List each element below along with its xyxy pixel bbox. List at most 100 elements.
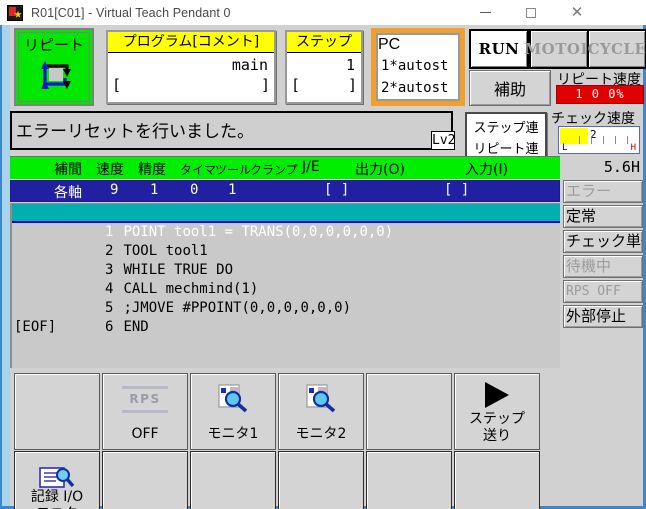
fkey-bottom-empty-3[interactable] (190, 451, 276, 509)
pc-panel-focus-ring: PC 1*autost 2*autost (371, 28, 465, 106)
function-key-column-2: RPS OFF (102, 373, 188, 509)
rps-icon: RPS (122, 386, 168, 416)
cycle-lamp-button[interactable]: CYCLE (587, 29, 646, 69)
row-speed: 1 (150, 182, 159, 198)
play-icon (485, 382, 509, 408)
step-number-value: 1 (345, 56, 355, 74)
window-frame: リピート プログラム[コメント] main [ ] ステップ 1 [] PC … (0, 25, 646, 509)
monitor-search-icon (306, 384, 336, 413)
program-panel[interactable]: プログラム[コメント] main [ ] (106, 30, 276, 104)
code-line-number: 6 (105, 319, 114, 335)
error-level-badge[interactable]: Lv2 (431, 131, 455, 150)
status-rps-off[interactable]: RPS OFF (563, 280, 643, 303)
header-interpolation: 補間 (54, 162, 82, 178)
app-icon (7, 4, 23, 21)
monitor-search-icon (218, 384, 248, 413)
program-name-value: main (231, 56, 268, 74)
left-accent-strip (2, 25, 10, 506)
status-check-single[interactable]: チェック単一 (563, 230, 643, 253)
fkey-bottom-empty-4[interactable] (278, 451, 364, 509)
step-continuous-label: ステップ連 (473, 121, 539, 136)
fkey-bottom-empty-2[interactable] (102, 451, 188, 509)
repeat-speed-label: リピート速度 (557, 72, 641, 88)
program-comment-brackets: [ ] (108, 77, 274, 97)
fkey-monitor-1[interactable]: モニタ1 (190, 373, 276, 450)
fkey-record-io-monitor[interactable]: 記録 I/O モニタ (14, 451, 100, 509)
program-code-list[interactable]: 1 POINT tool1 = TRANS(0,0,0,0,0,0) 2 TOOL … (10, 203, 560, 368)
step-comment-brackets: [ ] (287, 77, 361, 97)
fkey-top-empty-1[interactable] (14, 373, 100, 450)
fkey-step-forward[interactable]: ステップ 送り (454, 373, 540, 450)
code-line[interactable]: 2 TOOL tool1 (12, 223, 560, 259)
bracket-close: ] (260, 76, 270, 94)
header-tool: ツール (215, 163, 252, 177)
pc-line-2: 2*autost (381, 80, 449, 96)
message-bar: エラーリセットを行いました。 (10, 111, 453, 150)
bracket-open: [ (112, 76, 122, 94)
row-output: [ ] (324, 182, 350, 198)
code-line[interactable]: 6 END (12, 299, 560, 335)
fkey-top-empty-5[interactable] (366, 373, 452, 450)
status-external-stop[interactable]: 外部停止 (563, 305, 643, 328)
function-key-column-4: モニタ2 (278, 373, 364, 509)
close-icon[interactable]: ✕ (554, 0, 600, 25)
operating-hours: 5.6H (603, 158, 640, 176)
fkey-bottom-empty-5[interactable] (366, 451, 452, 509)
pendant-surface: リピート プログラム[コメント] main [ ] ステップ 1 [] PC … (2, 25, 646, 509)
code-line-text: END (123, 319, 149, 335)
virtual-teach-pendant-window: R01[C01] - Virtual Teach Pendant 0 ✕ リピー… (0, 0, 646, 509)
code-line[interactable]: 5 ;JMOVE #PPOINT(0,0,0,0,0,0) (12, 280, 560, 316)
check-speed-high-label: H (630, 143, 636, 153)
status-error[interactable]: エラー (563, 180, 643, 203)
step-panel-header: ステップ (287, 32, 361, 53)
row-timer: 1 (228, 182, 237, 198)
function-key-column-5 (366, 373, 452, 509)
repeat-speed-value[interactable]: 1 0 0% (556, 85, 644, 104)
motion-params-row[interactable]: 各軸 9 1 0 1 [ ] [ ] (10, 180, 560, 202)
row-input: [ ] (444, 182, 470, 198)
function-key-column-1: 記録 I/O モニタ (14, 373, 100, 509)
title-bar: R01[C01] - Virtual Teach Pendant 0 ✕ (0, 0, 646, 26)
status-waiting[interactable]: 待機中 (563, 255, 643, 278)
program-panel-header: プログラム[コメント] (108, 32, 274, 53)
fkey-record-io-monitor-label: 記録 I/O モニタ (30, 489, 84, 509)
check-speed-label: チェック速度 (551, 111, 635, 127)
repeat-mode-label: リピート (23, 36, 84, 54)
code-line[interactable]: 4 CALL mechmind(1) (12, 261, 560, 297)
check-speed-low-label: L (562, 143, 568, 153)
bracket-open: [ (291, 76, 301, 94)
minimize-button[interactable] (462, 0, 508, 25)
code-line[interactable]: 3 WHILE TRUE DO (12, 242, 560, 278)
run-lamp-button[interactable]: RUN (469, 29, 529, 69)
fkey-rps-label: OFF (131, 426, 159, 442)
header-output: 出力(O) (355, 162, 405, 178)
row-accuracy: 0 (190, 182, 199, 198)
function-key-column-3: モニタ1 (190, 373, 276, 509)
aux-button[interactable]: 補助 (469, 70, 551, 106)
check-speed-slider[interactable]: 2 L H (558, 126, 640, 154)
repeat-mode-button[interactable]: リピート (14, 28, 94, 106)
bracket-close: ] (347, 76, 357, 94)
header-clamp: クランプ (250, 163, 298, 177)
motor-lamp-button[interactable]: MOTOR (525, 29, 593, 69)
pc-panel-header: PC (378, 36, 401, 53)
maximize-button[interactable] (508, 0, 554, 25)
fkey-monitor-2[interactable]: モニタ2 (278, 373, 364, 450)
fkey-rps-off[interactable]: RPS OFF (102, 373, 188, 450)
check-speed-fill (560, 128, 588, 144)
fkey-step-forward-label: ステップ 送り (469, 411, 525, 444)
row-interpolation: 9 (110, 182, 119, 198)
window-title: R01[C01] - Virtual Teach Pendant 0 (31, 5, 231, 20)
step-panel[interactable]: ステップ 1 [ ] (285, 30, 363, 104)
function-key-column-6: ステップ 送り (454, 373, 540, 509)
fkey-monitor-1-label: モニタ1 (207, 426, 259, 442)
code-line[interactable]: 1 POINT tool1 = TRANS(0,0,0,0,0,0) (12, 204, 560, 240)
fkey-bottom-empty-6[interactable] (454, 451, 540, 509)
pc-panel[interactable]: PC 1*autost 2*autost (376, 33, 460, 101)
pc-line-1: 1*autost (381, 58, 449, 74)
status-normal[interactable]: 定常 (563, 205, 643, 228)
header-speed: 速度 (96, 162, 124, 178)
row-axis: 各軸 (54, 185, 82, 201)
motion-params-header: 補間 速度 精度 タイマ ツール クランプ J/E 出力(O) 入力(I) (10, 156, 560, 179)
fkey-monitor-2-label: モニタ2 (295, 426, 347, 442)
